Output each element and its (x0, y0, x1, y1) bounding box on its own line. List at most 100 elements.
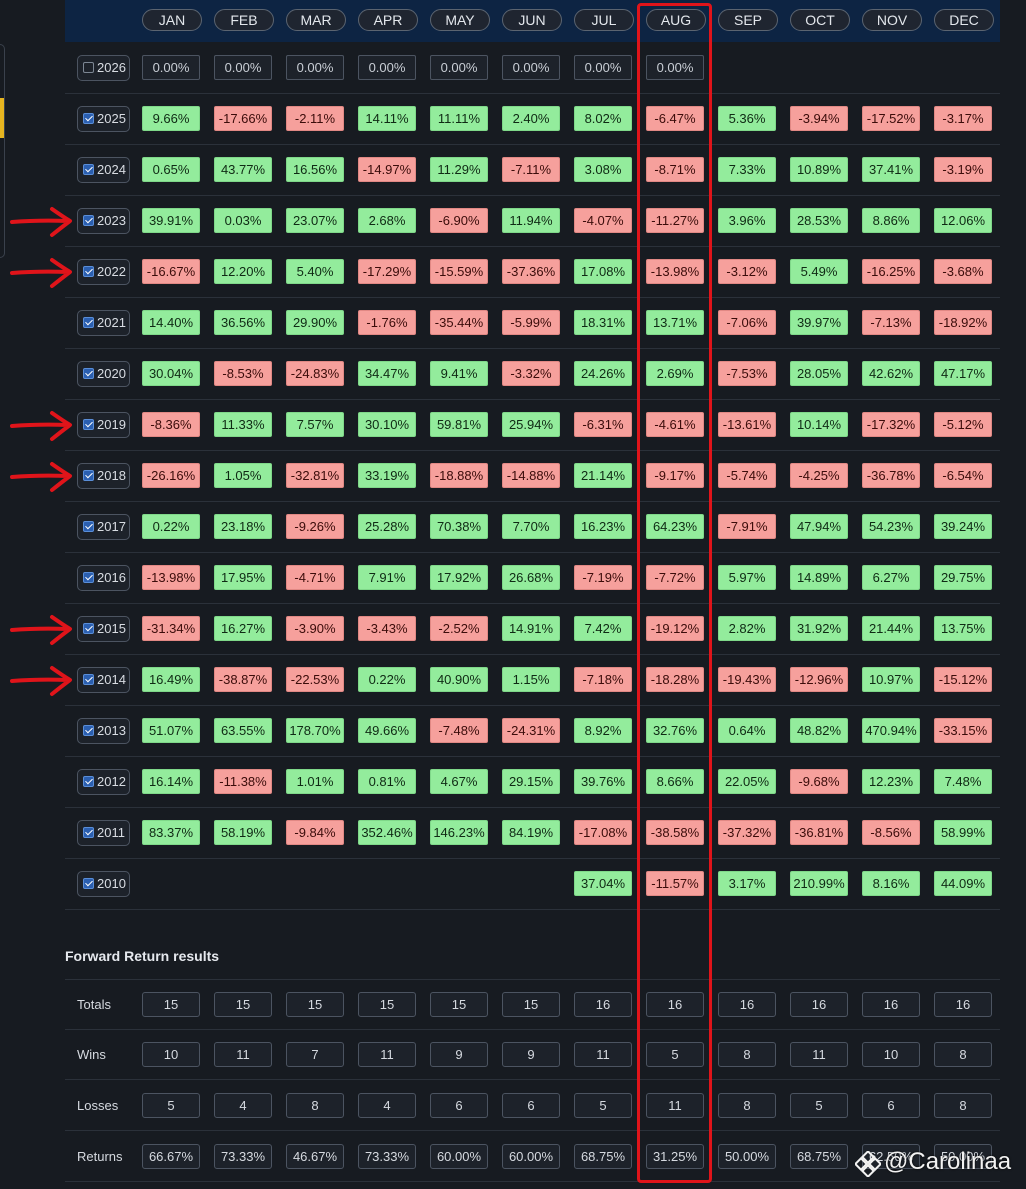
binance-logo-icon (855, 1151, 881, 1177)
row-divider (65, 144, 1000, 145)
month-header-oct[interactable]: OCT (790, 9, 850, 31)
return-cell: -3.94% (790, 106, 848, 131)
month-header-jan[interactable]: JAN (142, 9, 202, 31)
month-header-apr[interactable]: APR (358, 9, 418, 31)
year-toggle-2011[interactable]: 2011 (77, 820, 130, 846)
month-header-feb[interactable]: FEB (214, 9, 274, 31)
return-cell: 49.66% (358, 718, 416, 743)
return-cell: -36.78% (862, 463, 920, 488)
row-divider (65, 1079, 1000, 1080)
return-cell: 4.67% (430, 769, 488, 794)
year-checkbox[interactable] (83, 164, 94, 175)
year-label: 2024 (97, 162, 126, 177)
stat-cell: 73.33% (358, 1144, 416, 1169)
year-toggle-2017[interactable]: 2017 (77, 514, 130, 540)
year-checkbox[interactable] (83, 419, 94, 430)
year-toggle-2015[interactable]: 2015 (77, 616, 130, 642)
return-cell: 30.04% (142, 361, 200, 386)
year-label: 2025 (97, 111, 126, 126)
year-label: 2017 (97, 519, 126, 534)
year-checkbox[interactable] (83, 572, 94, 583)
return-cell: -7.19% (574, 565, 632, 590)
month-header-nov[interactable]: NOV (862, 9, 922, 31)
return-cell: -6.47% (646, 106, 704, 131)
row-divider (65, 195, 1000, 196)
month-header-dec[interactable]: DEC (934, 9, 994, 31)
row-divider (65, 756, 1000, 757)
side-panel-edge[interactable] (0, 44, 5, 258)
return-cell: 8.92% (574, 718, 632, 743)
year-toggle-2026[interactable]: 2026 (77, 55, 130, 81)
year-checkbox[interactable] (83, 266, 94, 277)
year-checkbox[interactable] (83, 62, 94, 73)
row-divider (65, 93, 1000, 94)
year-toggle-2013[interactable]: 2013 (77, 718, 130, 744)
return-cell: 54.23% (862, 514, 920, 539)
return-cell: 8.86% (862, 208, 920, 233)
return-cell: -17.52% (862, 106, 920, 131)
month-header-aug[interactable]: AUG (646, 9, 706, 31)
return-cell: 47.94% (790, 514, 848, 539)
return-cell: -2.52% (430, 616, 488, 641)
return-cell: 14.11% (358, 106, 416, 131)
return-cell: -18.88% (430, 463, 488, 488)
year-toggle-2025[interactable]: 2025 (77, 106, 130, 132)
year-checkbox[interactable] (83, 827, 94, 838)
stat-cell: 5 (142, 1093, 200, 1118)
year-toggle-2021[interactable]: 2021 (77, 310, 130, 336)
year-checkbox[interactable] (83, 368, 94, 379)
return-cell: 0.81% (358, 769, 416, 794)
month-header-jul[interactable]: JUL (574, 9, 634, 31)
year-toggle-2019[interactable]: 2019 (77, 412, 130, 438)
red-arrow-icon (10, 615, 72, 645)
return-cell: 59.81% (430, 412, 488, 437)
year-toggle-2023[interactable]: 2023 (77, 208, 130, 234)
return-cell: -38.87% (214, 667, 272, 692)
year-toggle-2014[interactable]: 2014 (77, 667, 130, 693)
year-toggle-2024[interactable]: 2024 (77, 157, 130, 183)
stat-cell: 66.67% (142, 1144, 200, 1169)
row-divider (65, 705, 1000, 706)
year-checkbox[interactable] (83, 215, 94, 226)
stat-cell: 31.25% (646, 1144, 704, 1169)
stat-cell: 11 (646, 1093, 704, 1118)
year-checkbox[interactable] (83, 113, 94, 124)
month-header-mar[interactable]: MAR (286, 9, 346, 31)
return-cell: 1.15% (502, 667, 560, 692)
year-checkbox[interactable] (83, 674, 94, 685)
month-header-may[interactable]: MAY (430, 9, 490, 31)
return-cell: 10.97% (862, 667, 920, 692)
month-header-jun[interactable]: JUN (502, 9, 562, 31)
stat-cell: 5 (790, 1093, 848, 1118)
year-checkbox[interactable] (83, 623, 94, 634)
month-header-sep[interactable]: SEP (718, 9, 778, 31)
year-checkbox[interactable] (83, 878, 94, 889)
year-toggle-2020[interactable]: 2020 (77, 361, 130, 387)
row-divider (65, 603, 1000, 604)
return-cell: -17.32% (862, 412, 920, 437)
year-checkbox[interactable] (83, 521, 94, 532)
year-checkbox[interactable] (83, 776, 94, 787)
year-toggle-2022[interactable]: 2022 (77, 259, 130, 285)
return-cell: 16.56% (286, 157, 344, 182)
stat-cell: 9 (430, 1042, 488, 1067)
return-cell: -2.11% (286, 106, 344, 131)
year-checkbox[interactable] (83, 317, 94, 328)
return-cell: 29.90% (286, 310, 344, 335)
return-cell: 12.23% (862, 769, 920, 794)
stat-cell: 16 (790, 992, 848, 1017)
year-toggle-2018[interactable]: 2018 (77, 463, 130, 489)
return-cell: -19.43% (718, 667, 776, 692)
return-cell: 2.69% (646, 361, 704, 386)
return-cell: 40.90% (430, 667, 488, 692)
year-toggle-2012[interactable]: 2012 (77, 769, 130, 795)
year-toggle-2016[interactable]: 2016 (77, 565, 130, 591)
return-cell: -5.99% (502, 310, 560, 335)
year-checkbox[interactable] (83, 725, 94, 736)
year-checkbox[interactable] (83, 470, 94, 481)
year-toggle-2010[interactable]: 2010 (77, 871, 130, 897)
stat-cell: 16 (718, 992, 776, 1017)
return-cell: 47.17% (934, 361, 992, 386)
return-cell: -4.61% (646, 412, 704, 437)
return-cell: -4.71% (286, 565, 344, 590)
